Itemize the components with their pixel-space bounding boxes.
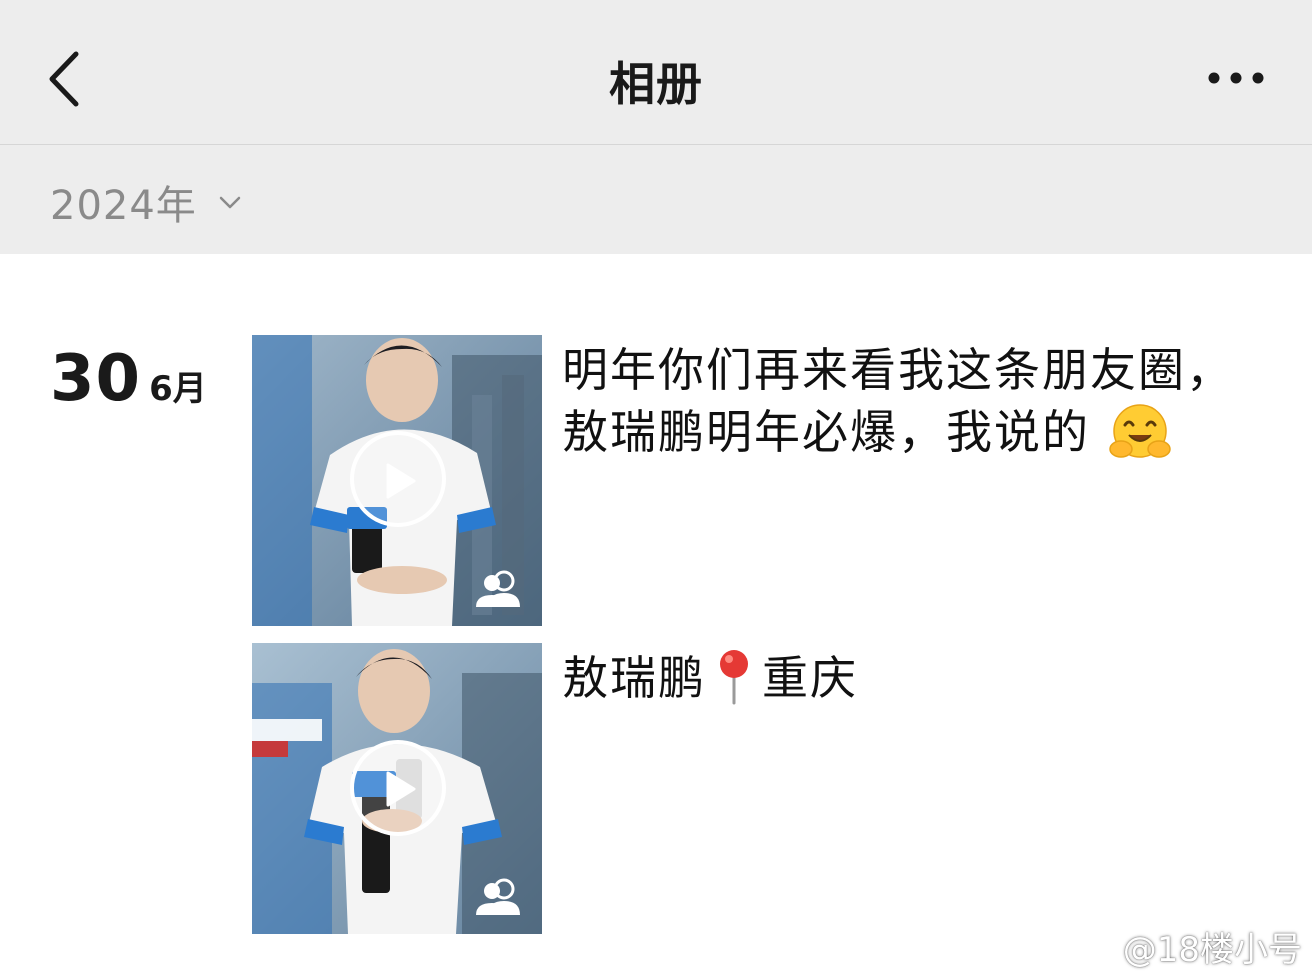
hugging-face-emoji — [1108, 404, 1171, 458]
video-thumbnail[interactable] — [252, 643, 542, 934]
chevron-down-icon — [219, 196, 241, 209]
weibo-logo-icon — [1076, 933, 1116, 964]
page-title: 相册 — [609, 57, 703, 111]
post-date: 30 6月 — [50, 342, 207, 416]
play-icon — [386, 463, 416, 499]
year-label: 2024年 — [50, 183, 197, 229]
watermark: @18楼小号 — [1075, 922, 1302, 971]
pin-icon — [720, 650, 748, 705]
nav-bar: 相册 — [0, 0, 1312, 145]
more-icon — [1208, 72, 1264, 84]
more-button[interactable] — [1196, 58, 1276, 98]
caption-location: 重庆 — [762, 651, 858, 705]
caption-name: 敖瑞鹏 — [562, 651, 706, 705]
album-page: 相册 2024年 30 6月 明年你们再来看我这条朋友圈，敖瑞鹏明年必爆，我说的… — [0, 0, 1312, 979]
video-thumbnail[interactable] — [252, 335, 542, 626]
album-content: 30 6月 明年你们再来看我这条朋友圈，敖瑞鹏明年必爆，我说的 敖瑞鹏 重庆 — [0, 254, 1312, 979]
post-caption: 明年你们再来看我这条朋友圈，敖瑞鹏明年必爆，我说的 — [562, 339, 1242, 463]
moment-post[interactable]: 明年你们再来看我这条朋友圈，敖瑞鹏明年必爆，我说的 — [252, 335, 1262, 626]
watermark-text: @18楼小号 — [1122, 930, 1302, 970]
friends-icon — [476, 570, 520, 607]
friends-icon — [476, 878, 520, 915]
date-day: 30 — [50, 342, 142, 416]
play-icon — [386, 771, 416, 807]
year-filter-bar: 2024年 — [0, 145, 1312, 254]
moment-post[interactable]: 敖瑞鹏 重庆 — [252, 643, 1262, 934]
date-month: 6月 — [149, 369, 207, 409]
year-selector[interactable]: 2024年 — [50, 177, 245, 229]
post-caption: 敖瑞鹏 重庆 — [562, 647, 1242, 709]
